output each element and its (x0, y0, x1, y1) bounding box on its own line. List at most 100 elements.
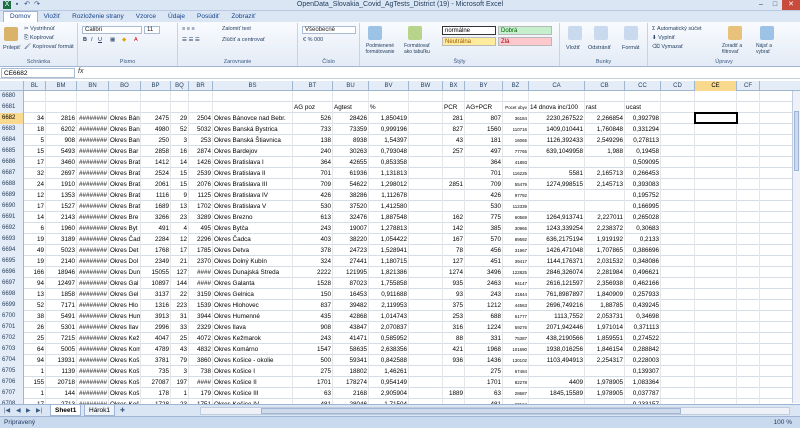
cell-ce-6686[interactable] (695, 157, 737, 168)
cell-br-6706[interactable]: #### (189, 377, 213, 388)
paste-button[interactable]: Prilepiť (3, 45, 20, 52)
row-header[interactable]: 6698 (0, 289, 24, 300)
cell-bq-6697[interactable]: 144 (171, 278, 189, 289)
cell-bp-6685[interactable]: 2858 (141, 146, 171, 157)
column-header-cd[interactable]: CD (661, 81, 695, 91)
cell-bq-6695[interactable]: 21 (171, 256, 189, 267)
cell-bv-6701[interactable]: 2,070837 (369, 322, 409, 333)
cell-bz-6688[interactable]: 55479 (503, 179, 529, 190)
cell-cb-6706[interactable]: 1,978905 (585, 377, 625, 388)
cell-cf-6694[interactable] (737, 245, 760, 256)
cell-cb-6693[interactable]: 1,919192 (585, 234, 625, 245)
column-header-by[interactable]: BY (465, 81, 503, 91)
cell-cc-6702[interactable]: 0,274522 (625, 333, 661, 344)
cell-by-6690[interactable]: 530 (465, 201, 503, 212)
cell-cd-6689[interactable] (661, 190, 695, 201)
cell-bn-6706[interactable]: ######## (77, 377, 109, 388)
cell-by-6701[interactable]: 1224 (465, 322, 503, 333)
cell-bn-6697[interactable]: ######## (77, 278, 109, 289)
cell-cc-6683[interactable]: 0,331294 (625, 124, 661, 135)
cell-cf-6680[interactable] (737, 91, 760, 102)
cell-bs-6696[interactable]: Okres Dunajská Streda (213, 267, 293, 278)
cell-ce-6687[interactable] (695, 168, 737, 179)
cell-bw-6695[interactable] (409, 256, 443, 267)
cell-ca-6687[interactable]: 5581 (529, 168, 585, 179)
cell-by-6693[interactable]: 570 (465, 234, 503, 245)
cell-bo-6698[interactable]: Okres Gel (109, 289, 141, 300)
cell-cf-6685[interactable] (737, 146, 760, 157)
cell-bq-6707[interactable]: 1 (171, 388, 189, 399)
cell-cb-6688[interactable]: 2,145713 (585, 179, 625, 190)
cell-bw-6684[interactable] (409, 135, 443, 146)
cell-br-6695[interactable]: 2370 (189, 256, 213, 267)
cell-cf-6684[interactable] (737, 135, 760, 146)
cell-bl-6698[interactable]: 13 (24, 289, 46, 300)
cell-bp-6695[interactable]: 2349 (141, 256, 171, 267)
row-header[interactable]: 6701 (0, 322, 24, 333)
column-header-ce[interactable]: CE (695, 81, 737, 91)
cell-bu-6704[interactable]: 59341 (333, 355, 369, 366)
cell-cb-6684[interactable]: 2,549296 (585, 135, 625, 146)
cell-bp-6686[interactable]: 1412 (141, 157, 171, 168)
cell-bz-6703[interactable]: 101690 (503, 344, 529, 355)
column-header-bx[interactable]: BX (443, 81, 465, 91)
cell-bq-6696[interactable]: 127 (171, 267, 189, 278)
cell-bu-6699[interactable]: 39482 (333, 300, 369, 311)
cell-bt-6690[interactable]: 530 (293, 201, 333, 212)
cell-bp-6691[interactable]: 3266 (141, 212, 171, 223)
delete-cells-button[interactable]: Odstrániť (588, 45, 611, 52)
cell-ce-6702[interactable] (695, 333, 737, 344)
cell-bt-6699[interactable]: 837 (293, 300, 333, 311)
cell-cc-6706[interactable]: 1,083364 (625, 377, 661, 388)
cell-by-6705[interactable]: 275 (465, 366, 503, 377)
cell-bu-6684[interactable]: 8938 (333, 135, 369, 146)
cell-bq-6688[interactable]: 15 (171, 179, 189, 190)
cell-bt-6706[interactable]: 1701 (293, 377, 333, 388)
cell-bx-6693[interactable]: 167 (443, 234, 465, 245)
cell-bz-6697[interactable]: 94147 (503, 278, 529, 289)
cell-bq-6689[interactable]: 9 (171, 190, 189, 201)
cell-bx-6705[interactable] (443, 366, 465, 377)
minimize-button[interactable]: – (754, 0, 768, 10)
cell-bl-6695[interactable]: 19 (24, 256, 46, 267)
cell-bu-6681[interactable]: Agtest (333, 102, 369, 113)
cell-bw-6686[interactable] (409, 157, 443, 168)
row-header[interactable]: 6692 (0, 223, 24, 234)
tab-5[interactable]: Posúdiť (191, 12, 225, 22)
cell-bz-6702[interactable]: 75387 (503, 333, 529, 344)
row-header[interactable]: 6693 (0, 234, 24, 245)
cell-bz-6699[interactable]: 44563 (503, 300, 529, 311)
cell-bs-6686[interactable]: Okres Bratislava I (213, 157, 293, 168)
cell-ce-6695[interactable] (695, 256, 737, 267)
cell-ca-6690[interactable] (529, 201, 585, 212)
cell-ce-6704[interactable] (695, 355, 737, 366)
cell-cf-6686[interactable] (737, 157, 760, 168)
cell-bl-6697[interactable]: 94 (24, 278, 46, 289)
wrap-text-button[interactable]: Zalomiť text (222, 26, 251, 33)
cell-cb-6694[interactable]: 1,707865 (585, 245, 625, 256)
cell-bl-6705[interactable]: 1 (24, 366, 46, 377)
cell-cc-6689[interactable]: 0,195752 (625, 190, 661, 201)
cell-bn-6680[interactable] (77, 91, 109, 102)
cell-bt-6698[interactable]: 150 (293, 289, 333, 300)
cell-bx-6691[interactable]: 162 (443, 212, 465, 223)
cell-by-6698[interactable]: 243 (465, 289, 503, 300)
cell-cb-6689[interactable] (585, 190, 625, 201)
cell-bu-6696[interactable]: 121995 (333, 267, 369, 278)
currency-icon[interactable]: € % 000 (303, 37, 323, 44)
cell-bu-6694[interactable]: 24723 (333, 245, 369, 256)
cell-br-6691[interactable]: 3289 (189, 212, 213, 223)
cell-cd-6693[interactable] (661, 234, 695, 245)
cell-bp-6687[interactable]: 2524 (141, 168, 171, 179)
cell-bv-6681[interactable]: % (369, 102, 409, 113)
cell-cf-6687[interactable] (737, 168, 760, 179)
cell-bt-6681[interactable]: AG poz (293, 102, 333, 113)
cell-cb-6695[interactable]: 2,031532 (585, 256, 625, 267)
cell-cd-6687[interactable] (661, 168, 695, 179)
cell-ce-6688[interactable] (695, 179, 737, 190)
cell-ce-6701[interactable] (695, 322, 737, 333)
cell-bs-6697[interactable]: Okres Galanta (213, 278, 293, 289)
cell-bp-6690[interactable]: 1689 (141, 201, 171, 212)
find-select-button[interactable]: Nájsť a vybrať (756, 43, 786, 55)
cell-bv-6700[interactable]: 1,014743 (369, 311, 409, 322)
